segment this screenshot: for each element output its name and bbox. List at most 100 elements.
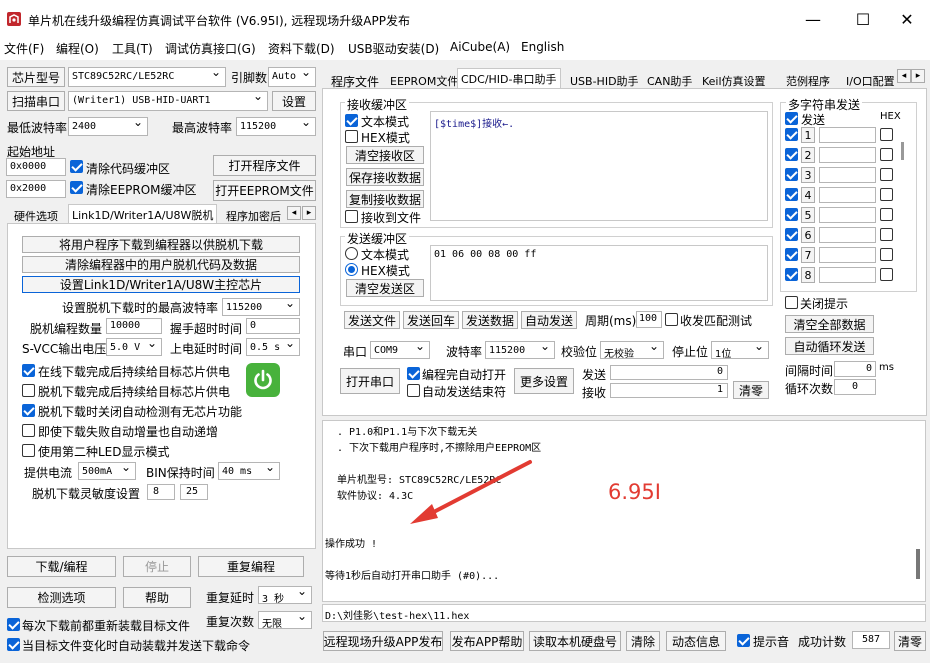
send-text-mode-radio[interactable] — [345, 247, 358, 260]
multi-row-hex-checkbox[interactable] — [880, 128, 893, 141]
multi-send-all-checkbox[interactable] — [785, 112, 798, 125]
loop-count-input[interactable]: 0 — [834, 379, 876, 395]
baud-select[interactable]: 115200 — [485, 341, 555, 359]
menu-debug[interactable]: 调试仿真接口(G) — [165, 40, 256, 57]
svcc-select[interactable]: 5.0 V — [106, 338, 162, 356]
reload-checkbox[interactable] — [7, 618, 20, 631]
clear-offline-code-button[interactable]: 清除编程器中的用户脱机代码及数据 — [22, 256, 300, 273]
repeat-program-button[interactable]: 重复编程 — [198, 556, 304, 577]
scan-port-button[interactable]: 扫描串口 — [7, 91, 65, 111]
clear-receive-button[interactable]: 清空接收区 — [346, 146, 424, 164]
bin-hold-select[interactable]: 40 ms — [218, 462, 280, 480]
offline-max-baud-select[interactable]: 115200 — [222, 298, 300, 316]
com-port-select[interactable]: COM9 — [370, 341, 430, 359]
multi-row-checkbox[interactable] — [785, 168, 798, 181]
max-baud-select[interactable]: 115200 — [236, 117, 316, 136]
clear-send-button[interactable]: 清空发送区 — [346, 279, 424, 297]
set-master-chip-button[interactable]: 设置Link1D/Writer1A/U8W主控芯片 — [22, 276, 300, 293]
match-test-checkbox[interactable] — [665, 313, 678, 326]
multi-row-send-button[interactable]: 8 — [801, 267, 815, 283]
recv-text-mode-checkbox[interactable] — [345, 114, 358, 127]
opt-offline-power-checkbox[interactable] — [22, 384, 35, 397]
offline-count-input[interactable]: 10000 — [106, 318, 162, 334]
send-data-button[interactable]: 发送数据 — [462, 311, 518, 329]
multi-row-input[interactable] — [819, 147, 876, 163]
menu-file[interactable]: 文件(F) — [4, 40, 44, 57]
handshake-timeout-input[interactable]: 0 — [246, 318, 300, 334]
multi-row-hex-checkbox[interactable] — [880, 228, 893, 241]
close-button[interactable]: ✕ — [884, 0, 930, 38]
opt-no-detect-checkbox[interactable] — [22, 404, 35, 417]
log-scrollbar[interactable] — [916, 549, 920, 579]
close-prompt-checkbox[interactable] — [785, 296, 798, 309]
opt-led-mode-checkbox[interactable] — [22, 444, 35, 457]
download-program-button[interactable]: 下载/编程 — [7, 556, 116, 577]
sensitivity-input-2[interactable]: 25 — [180, 484, 208, 500]
copy-receive-button[interactable]: 复制接收数据 — [346, 190, 424, 208]
auto-send-button[interactable]: 自动发送 — [521, 311, 577, 329]
more-settings-button[interactable]: 更多设置 — [514, 368, 574, 394]
port-select[interactable]: (Writer1) USB-HID-UART1 — [68, 91, 268, 111]
tab-serial-assistant[interactable]: CDC/HID-串口助手 — [457, 68, 561, 88]
send-textarea[interactable]: 01 06 00 08 00 ff — [430, 245, 768, 301]
multi-row-send-button[interactable]: 2 — [801, 147, 815, 163]
right-tab-left-icon[interactable]: ◂ — [897, 69, 911, 83]
eeprom-address-input[interactable]: 0x2000 — [6, 180, 66, 198]
pins-select[interactable]: Auto — [268, 67, 316, 87]
power-delay-select[interactable]: 0.5 s — [246, 338, 300, 356]
tab-scroll-right-icon[interactable]: ▸ — [302, 206, 316, 220]
multi-row-input[interactable] — [819, 227, 876, 243]
right-tab-right-icon[interactable]: ▸ — [911, 69, 925, 83]
interval-input[interactable]: 0 — [834, 361, 876, 377]
recv-hex-mode-checkbox[interactable] — [345, 130, 358, 143]
repeat-delay-select[interactable]: 3 秒 — [258, 586, 312, 604]
detect-options-button[interactable]: 检测选项 — [7, 587, 116, 608]
read-disk-button[interactable]: 读取本机硬盘号 — [529, 631, 621, 651]
minimize-button[interactable]: — — [790, 0, 836, 38]
multi-row-input[interactable] — [819, 267, 876, 283]
auto-loop-send-button[interactable]: 自动循环发送 — [785, 337, 874, 355]
multi-row-checkbox[interactable] — [785, 148, 798, 161]
menu-tools[interactable]: 工具(T) — [112, 40, 153, 57]
multi-row-send-button[interactable]: 1 — [801, 127, 815, 143]
menu-download[interactable]: 资料下载(D) — [268, 40, 335, 57]
multi-row-send-button[interactable]: 3 — [801, 167, 815, 183]
multi-row-hex-checkbox[interactable] — [880, 148, 893, 161]
multi-row-send-button[interactable]: 6 — [801, 227, 815, 243]
maximize-button[interactable]: ☐ — [840, 0, 886, 38]
multi-row-input[interactable] — [819, 247, 876, 263]
tab-offline[interactable]: Link1D/Writer1A/U8W脱机 — [68, 204, 218, 223]
multi-row-hex-checkbox[interactable] — [880, 208, 893, 221]
sound-checkbox[interactable] — [737, 634, 750, 647]
auto-end-checkbox[interactable] — [407, 384, 420, 397]
sensitivity-input-1[interactable]: 8 — [147, 484, 175, 500]
clear-count-button[interactable]: 清零 — [733, 381, 769, 399]
settings-button[interactable]: 设置 — [272, 91, 316, 111]
menu-aicube[interactable]: AiCube(A) — [450, 40, 510, 54]
publish-help-button[interactable]: 发布APP帮助 — [450, 631, 524, 651]
multi-row-send-button[interactable]: 7 — [801, 247, 815, 263]
multi-row-checkbox[interactable] — [785, 268, 798, 281]
period-input[interactable]: 100 — [636, 311, 662, 328]
clear-code-checkbox[interactable] — [70, 160, 83, 173]
send-file-button[interactable]: 发送文件 — [344, 311, 400, 329]
multi-row-send-button[interactable]: 5 — [801, 207, 815, 223]
multi-row-checkbox[interactable] — [785, 228, 798, 241]
multi-row-checkbox[interactable] — [785, 208, 798, 221]
multi-row-hex-checkbox[interactable] — [880, 268, 893, 281]
opt-online-power-checkbox[interactable] — [22, 364, 35, 377]
send-hex-mode-radio[interactable] — [345, 263, 358, 276]
multi-row-checkbox[interactable] — [785, 188, 798, 201]
open-port-button[interactable]: 打开串口 — [340, 368, 400, 394]
multi-row-input[interactable] — [819, 207, 876, 223]
code-address-input[interactable]: 0x0000 — [6, 158, 66, 176]
power-toggle-icon[interactable] — [246, 363, 280, 397]
clear-log-button[interactable]: 清除 — [626, 631, 660, 651]
tab-scroll-left-icon[interactable]: ◂ — [287, 206, 301, 220]
multi-row-hex-checkbox[interactable] — [880, 168, 893, 181]
menu-english[interactable]: English — [521, 40, 564, 54]
multi-row-hex-checkbox[interactable] — [880, 248, 893, 261]
multi-row-input[interactable] — [819, 187, 876, 203]
min-baud-select[interactable]: 2400 — [68, 117, 148, 136]
multi-row-send-button[interactable]: 4 — [801, 187, 815, 203]
